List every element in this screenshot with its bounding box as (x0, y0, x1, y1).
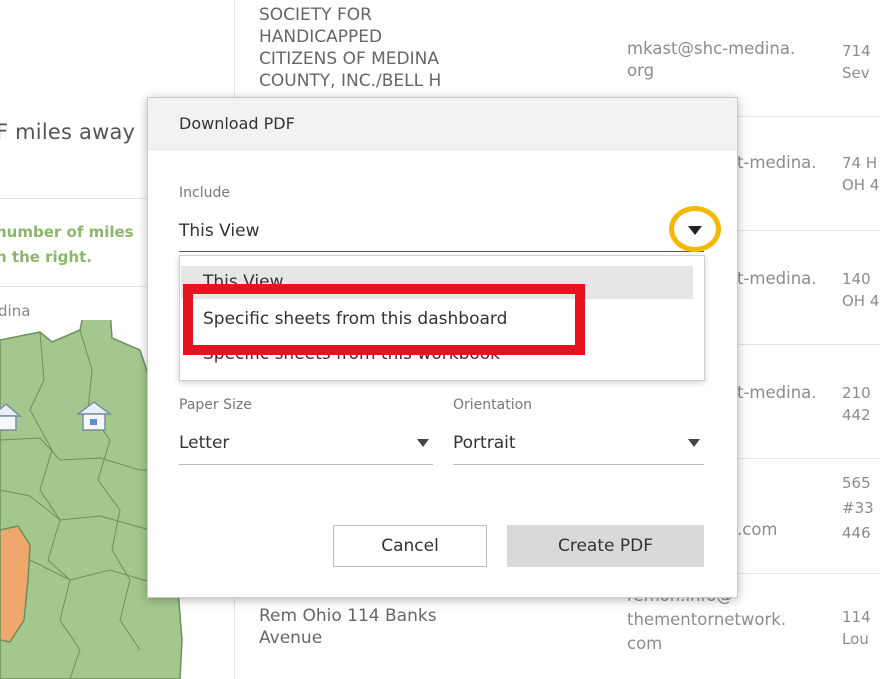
addr-line: 140 (842, 270, 871, 288)
email-cell[interactable]: mkast@shc-medina. org (627, 38, 795, 82)
email-line: t-medina. (737, 153, 817, 172)
org-name-cell: Rem Ohio 114 Banks Avenue (259, 605, 437, 649)
county-label: dina (0, 302, 31, 320)
address-cell: 74 H OH 4 (842, 152, 879, 196)
orientation-label: Orientation (453, 397, 533, 413)
org-line: COUNTY, INC./BELL H (259, 71, 442, 91)
chevron-down-icon (417, 439, 429, 447)
orientation-value: Portrait (453, 433, 516, 453)
email-cell[interactable]: t-medina. (737, 268, 817, 290)
email-line: .com (737, 520, 778, 539)
addr-line: 446 (842, 524, 871, 542)
org-line: Rem Ohio 114 Banks (259, 606, 437, 626)
addr-line: 114 (842, 608, 871, 626)
addr-line: OH 4 (842, 176, 880, 194)
divider (0, 286, 150, 287)
email-line: org (627, 61, 655, 80)
create-pdf-button[interactable]: Create PDF (507, 525, 704, 567)
addr-line: 210 (842, 384, 871, 402)
address-cell: 210 442 (842, 382, 871, 426)
include-value: This View (179, 221, 260, 241)
email-line: t-medina. (737, 269, 817, 288)
green-note-line1: number of miles (0, 223, 134, 241)
paper-size-select[interactable]: Letter (179, 425, 433, 465)
chevron-down-icon[interactable] (688, 226, 702, 235)
include-select[interactable]: This View (179, 213, 704, 252)
org-line: Avenue (259, 628, 323, 648)
email-line: thementornetwork. (627, 610, 787, 629)
cancel-button[interactable]: Cancel (333, 525, 487, 567)
email-line: com (627, 634, 663, 653)
org-line: CITIZENS OF MEDINA (259, 49, 440, 69)
address-cell: 140 OH 4 (842, 268, 879, 312)
orientation-select[interactable]: Portrait (453, 425, 704, 465)
address-cell: 565 #33 446 (842, 471, 874, 546)
chevron-down-icon (688, 439, 700, 447)
addr-line: 74 H (842, 154, 878, 172)
dialog-title: Download PDF (179, 114, 295, 133)
addr-line: Lou (842, 630, 869, 648)
org-line: HANDICAPPED (259, 27, 383, 47)
addr-line: 714 (842, 42, 871, 60)
address-cell: 114 Lou (842, 606, 871, 650)
email-line: t-medina. (737, 383, 817, 402)
org-name-cell: SOCIETY FOR HANDICAPPED CITIZENS OF MEDI… (259, 4, 441, 92)
addr-line: 442 (842, 406, 871, 424)
addr-line: OH 4 (842, 292, 880, 310)
highlight-box (183, 284, 585, 355)
email-cell[interactable]: t-medina. (737, 382, 817, 404)
addr-line: #33 (842, 499, 874, 517)
email-line: mkast@shc-medina. (627, 39, 796, 58)
email-cell[interactable]: t-medina. (737, 152, 817, 174)
dialog-header: Download PDF (148, 98, 737, 150)
paper-size-label: Paper Size (179, 397, 252, 413)
addr-line: Sev (842, 64, 870, 82)
org-line: SOCIETY FOR (259, 5, 372, 25)
email-cell[interactable]: .com (737, 519, 778, 541)
addr-line: 565 (842, 474, 871, 492)
address-cell: 714 Sev (842, 40, 871, 84)
green-note-line2: n the right. (0, 248, 92, 266)
include-label: Include (179, 185, 230, 201)
divider (0, 198, 150, 199)
miles-away-text: F miles away (0, 120, 136, 144)
paper-size-value: Letter (179, 433, 230, 453)
